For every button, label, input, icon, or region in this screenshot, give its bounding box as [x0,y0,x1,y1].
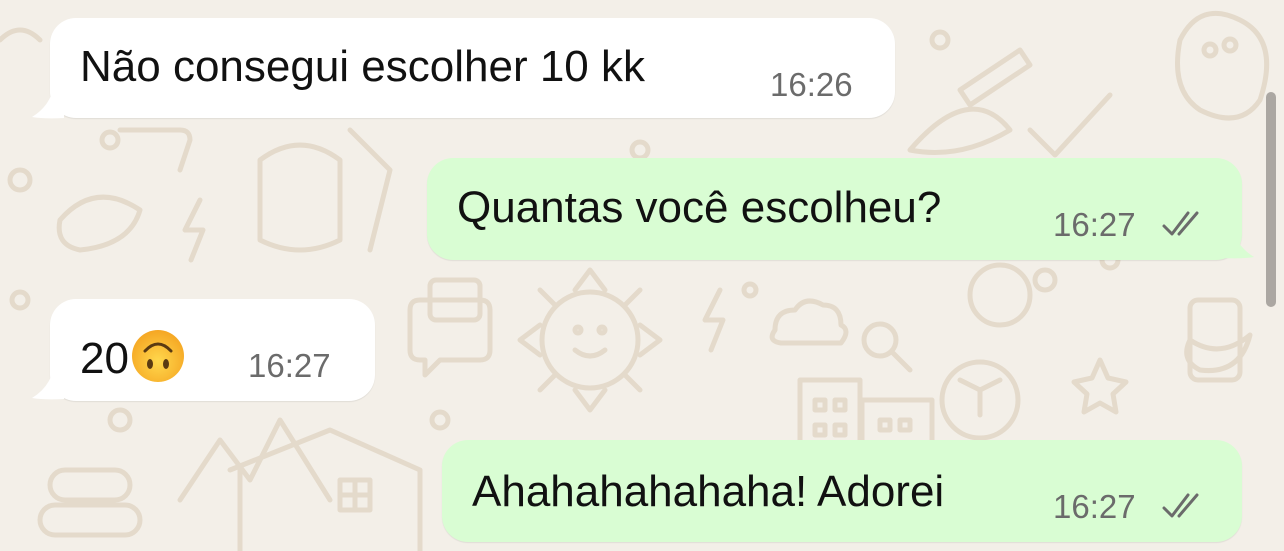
message-timestamp: 16:27 [1053,488,1136,525]
message-timestamp: 16:27 [1053,206,1136,243]
message-text: Não consegui escolher 10 kk [80,42,645,91]
message-bubble-incoming[interactable]: Não consegui escolher 10 kk 16:26 [50,18,895,118]
message-text-value: 20 [80,334,129,383]
message-timestamp: 16:27 [248,347,331,384]
double-check-icon [1162,493,1199,518]
message-bubble-outgoing[interactable]: Ahahahahahaha! Adorei 16:27 [442,440,1242,542]
bubble-tail-incoming [32,86,64,119]
double-check-icon [1162,211,1199,236]
message-timestamp: 16:26 [770,66,853,103]
message-bubble-incoming[interactable]: 20 16:27 [50,299,375,401]
message-bubble-outgoing[interactable]: Quantas você escolheu? 16:27 [427,158,1242,260]
message-text: Ahahahahahaha! Adorei [472,467,945,516]
bubble-tail-incoming [32,367,64,400]
message-text: Quantas você escolheu? [457,183,942,232]
message-text: 20 [80,329,185,383]
upside-down-face-emoji-icon [131,330,184,382]
bubble-tail-outgoing [1222,226,1254,259]
scrollbar-thumb[interactable] [1266,92,1276,307]
